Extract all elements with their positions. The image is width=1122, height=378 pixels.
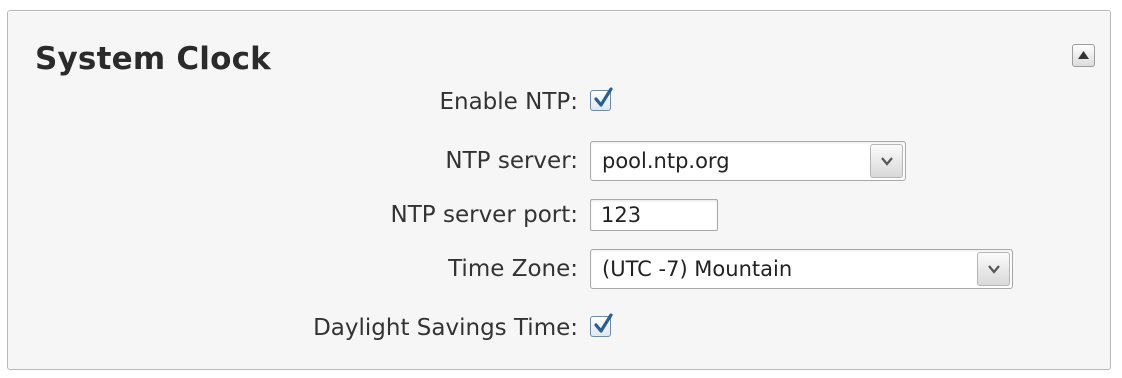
ntp-server-row: NTP server: pool.ntp.org — [8, 141, 1118, 181]
time-zone-value: (UTC -7) Mountain — [602, 257, 793, 281]
collapse-button[interactable] — [1072, 44, 1095, 67]
daylight-savings-label: Daylight Savings Time: — [313, 315, 578, 341]
ntp-server-label: NTP server: — [445, 148, 578, 174]
time-zone-dropdown-button[interactable] — [977, 252, 1010, 286]
time-zone-label: Time Zone: — [448, 256, 578, 282]
chevron-down-icon — [988, 265, 1000, 274]
ntp-server-port-label: NTP server port: — [390, 202, 578, 228]
chevron-down-icon — [881, 157, 893, 166]
ntp-server-dropdown-button[interactable] — [870, 144, 903, 178]
time-zone-select[interactable]: (UTC -7) Mountain — [590, 249, 1013, 289]
enable-ntp-row: Enable NTP: — [8, 82, 1118, 122]
triangle-up-icon — [1078, 51, 1089, 59]
system-clock-panel: System Clock Enable NTP: NTP server: poo… — [7, 10, 1111, 370]
panel-title: System Clock — [35, 41, 271, 77]
enable-ntp-checkbox[interactable] — [590, 87, 613, 111]
time-zone-row: Time Zone: (UTC -7) Mountain — [8, 249, 1118, 289]
daylight-savings-checkbox[interactable] — [590, 313, 613, 337]
checkmark-icon — [594, 87, 613, 107]
ntp-server-value: pool.ntp.org — [602, 149, 730, 173]
ntp-server-select[interactable]: pool.ntp.org — [590, 141, 906, 181]
daylight-savings-row: Daylight Savings Time: — [8, 308, 1118, 348]
ntp-server-port-input[interactable] — [590, 199, 718, 231]
ntp-server-port-row: NTP server port: — [8, 195, 1118, 235]
enable-ntp-label: Enable NTP: — [439, 89, 578, 115]
checkmark-icon — [594, 313, 613, 333]
